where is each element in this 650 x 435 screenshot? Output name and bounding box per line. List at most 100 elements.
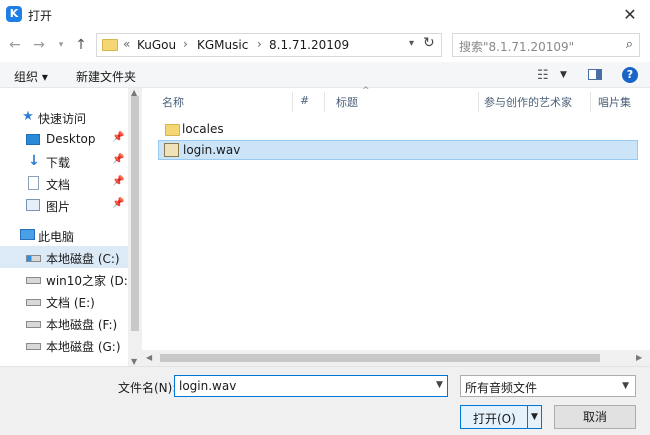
column-header-album[interactable]: 唱片集 [598,94,631,110]
filename-input[interactable] [174,375,448,397]
file-name-panel: 文件名(N): ▼ 所有音频文件 ▼ 打开(O) ▼ 取消 [0,366,650,435]
close-icon: ✕ [623,5,637,24]
command-toolbar: 组织 ▾ 新建文件夹 ☷ ▼ ? [0,62,650,88]
search-icon[interactable]: ⌕ [626,37,633,52]
sidebar-item-drive-f[interactable]: 本地磁盘 (F:) [0,312,128,334]
folder-icon [165,124,180,136]
drive-icon [26,277,41,284]
sidebar-item-label: 图片 [46,200,71,214]
breadcrumb-kugou[interactable]: KuGou [137,38,176,52]
column-divider[interactable] [590,92,591,112]
window-title: 打开 [28,9,53,23]
sidebar-item-label: 本地磁盘 (C:) [46,252,120,266]
sidebar-item-drive-g[interactable]: 本地磁盘 (G:) [0,334,128,356]
picture-icon [26,199,40,211]
file-type-select[interactable]: 所有音频文件 ▼ [460,375,636,397]
file-row-login-wav[interactable]: login.wav [158,140,638,160]
sidebar-item-quick-access[interactable]: ★ 快速访问 [0,106,128,128]
breadcrumb-separator-icon: › [183,37,188,51]
scroll-right-icon[interactable]: ▶ [636,353,642,362]
scrollbar-thumb[interactable] [160,354,600,362]
view-options-icon[interactable]: ☷ [537,68,549,83]
close-button[interactable]: ✕ [618,4,642,26]
sidebar-item-label: 文档 (E:) [46,296,95,310]
scrollbar-thumb[interactable] [131,96,139,331]
file-type-value: 所有音频文件 [465,381,538,395]
column-divider[interactable] [324,92,325,112]
download-icon: ↓ [28,153,40,169]
sidebar-item-label: Desktop [46,132,96,146]
refresh-icon[interactable]: ↻ [423,35,435,51]
organize-menu[interactable]: 组织 ▾ [14,68,48,85]
open-options-dropdown-icon[interactable]: ▼ [527,406,541,428]
sidebar-scrollbar[interactable]: ▲ ▼ [128,88,142,366]
arrow-right-icon: → [33,37,45,53]
pin-icon[interactable]: 📌 [112,132,124,143]
back-button[interactable]: ← [6,36,24,54]
address-dropdown-icon[interactable]: ▾ [409,38,414,49]
breadcrumb-kgmusic[interactable]: KGMusic [197,38,248,52]
chevron-down-icon: ▾ [58,40,64,50]
filename-history-dropdown-icon[interactable]: ▼ [436,380,443,390]
arrow-up-icon: ↑ [75,37,87,53]
chevron-down-icon: ▼ [622,381,629,391]
arrow-left-icon: ← [9,37,21,53]
desktop-icon [26,134,40,145]
sidebar-item-downloads[interactable]: ↓ 下载 📌 [0,150,128,172]
horizontal-scrollbar[interactable]: ◀ ▶ [142,350,650,366]
pin-icon[interactable]: 📌 [112,198,124,209]
drive-icon [26,299,41,306]
sidebar-item-label: 文档 [46,178,71,192]
filename-label: 文件名(N): [118,381,177,395]
view-dropdown-icon[interactable]: ▼ [560,70,567,80]
scroll-left-icon[interactable]: ◀ [146,353,152,362]
folder-icon [102,39,118,51]
file-list: ^ 名称 # 标题 参与创作的艺术家 唱片集 locales login.wav [142,86,650,350]
title-bar: K 打开 ✕ [0,0,650,30]
up-button[interactable]: ↑ [72,36,90,54]
column-header-title[interactable]: 标题 [336,94,358,110]
address-bar[interactable]: « KuGou › KGMusic › 8.1.71.20109 ▾ ↻ [96,33,442,57]
column-header-name[interactable]: 名称 [162,94,184,110]
file-row-locales[interactable]: locales [158,120,638,140]
preview-pane-icon[interactable] [588,69,602,80]
sidebar-item-this-pc[interactable]: 此电脑 [0,224,128,246]
file-name: locales [182,122,224,136]
computer-icon [20,229,35,240]
sidebar-item-drive-e[interactable]: 文档 (E:) [0,290,128,312]
breadcrumb-separator-icon: › [257,37,262,51]
forward-button[interactable]: → [30,36,48,54]
scroll-down-icon[interactable]: ▼ [131,357,137,366]
sidebar-item-drive-d[interactable]: win10之家 (D:) [0,268,133,290]
search-placeholder: 搜索"8.1.71.20109" [459,40,575,54]
file-name: login.wav [183,143,241,157]
sidebar-item-documents[interactable]: 文档 📌 [0,172,128,194]
drive-icon [26,343,41,350]
column-header-artists[interactable]: 参与创作的艺术家 [484,94,572,110]
sidebar-item-label: 此电脑 [38,230,75,244]
column-divider[interactable] [478,92,479,112]
pin-icon[interactable]: 📌 [112,154,124,165]
new-folder-button[interactable]: 新建文件夹 [76,68,136,85]
column-header-number[interactable]: # [300,94,309,107]
kugou-app-icon: K [6,6,22,22]
breadcrumb-version[interactable]: 8.1.71.20109 [269,38,349,52]
open-button[interactable]: 打开(O) ▼ [460,405,542,429]
sidebar-item-desktop[interactable]: Desktop 📌 [0,128,128,150]
sidebar-item-drive-c[interactable]: 本地磁盘 (C:) [0,246,128,268]
navigation-pane: ★ 快速访问 Desktop 📌 ↓ 下载 📌 文档 📌 图片 📌 此电脑 本地… [0,88,142,366]
sidebar-item-label: 本地磁盘 (G:) [46,340,121,354]
address-overflow[interactable]: « [123,37,130,51]
sidebar-item-label: win10之家 (D:) [46,274,133,288]
sidebar-item-pictures[interactable]: 图片 📌 [0,194,128,216]
open-button-label: 打开(O) [473,412,516,426]
sidebar-item-label: 下载 [46,156,71,170]
sidebar-item-label: 快速访问 [38,112,87,126]
recent-locations-button[interactable]: ▾ [52,36,70,54]
column-divider[interactable] [292,92,293,112]
cancel-button[interactable]: 取消 [554,405,636,429]
help-icon[interactable]: ? [622,67,638,83]
pin-icon[interactable]: 📌 [112,176,124,187]
search-box[interactable]: 搜索"8.1.71.20109" ⌕ [452,33,640,57]
navigation-bar: ← → ▾ ↑ « KuGou › KGMusic › 8.1.71.20109… [0,30,650,60]
